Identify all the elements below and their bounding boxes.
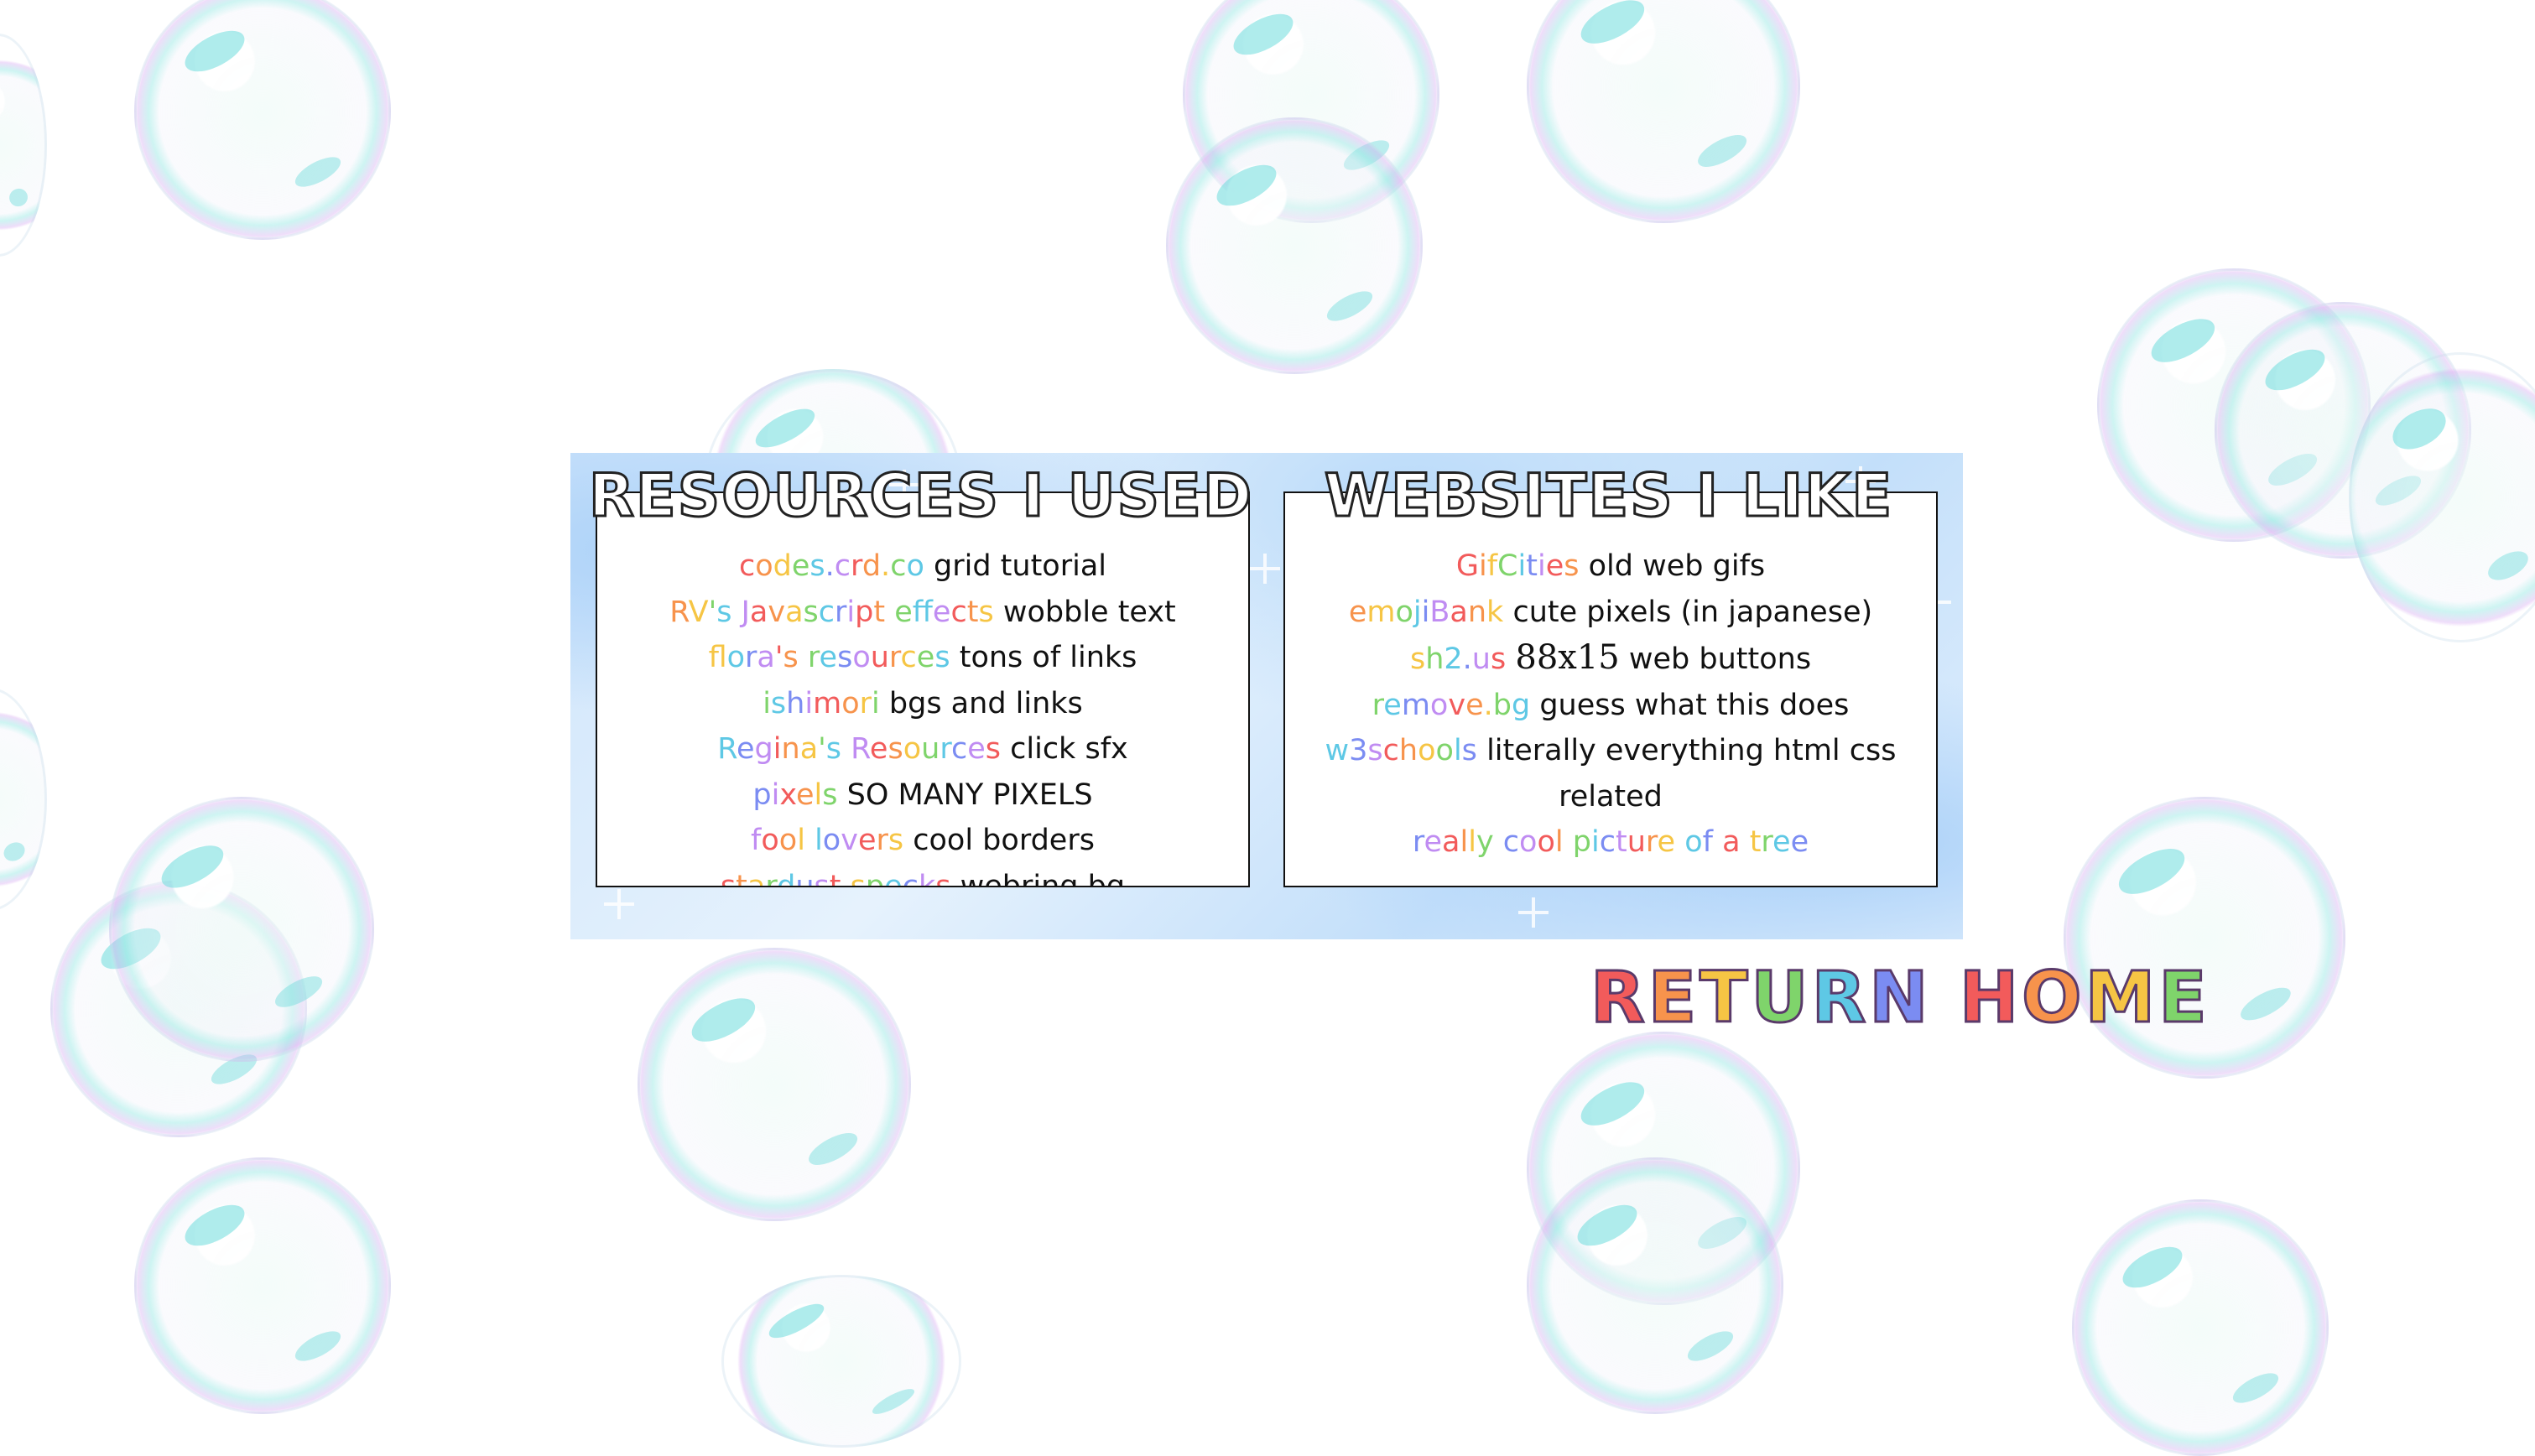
list-item: w3schools literally everything html css … bbox=[1285, 728, 1936, 819]
resource-link[interactable]: really cool picture of a tree bbox=[1413, 825, 1809, 859]
resource-link[interactable]: sh2.us bbox=[1410, 642, 1506, 676]
bubble-decoration bbox=[638, 948, 911, 1221]
list-item: Regina's Resources click sfx bbox=[597, 726, 1248, 772]
resource-link[interactable]: ishimori bbox=[763, 687, 880, 720]
bubble-decoration bbox=[0, 34, 47, 257]
resource-link[interactable]: w3schools bbox=[1325, 734, 1476, 767]
bubble-decoration bbox=[1527, 0, 1800, 223]
item-description: click sfx bbox=[1010, 732, 1128, 766]
item-description: bgs and links bbox=[888, 686, 1083, 720]
list-item: really cool picture of a tree bbox=[1285, 819, 1936, 866]
list-item: sh2.us 88x15 web buttons bbox=[1285, 635, 1936, 683]
list-item: codes.crd.co grid tutorial bbox=[597, 543, 1248, 590]
links-panel: codes.crd.co grid tutorial RV's Javascrip… bbox=[570, 453, 1963, 939]
resource-link[interactable]: codes.crd.co bbox=[739, 549, 924, 583]
bubble-decoration bbox=[1527, 1157, 1783, 1414]
list-item: pixels SO MANY PIXELS bbox=[597, 772, 1248, 819]
list-item: fool lovers cool borders bbox=[597, 818, 1248, 864]
websites-title: WEBSITES I LIKE bbox=[1323, 460, 1894, 532]
bubble-decoration bbox=[134, 0, 391, 240]
return-home-link[interactable]: RETURN HOME bbox=[1590, 955, 2210, 1040]
bubble-decoration bbox=[109, 797, 374, 1062]
list-item: remove.bg guess what this does bbox=[1285, 683, 1936, 729]
resource-link[interactable]: RV's Javascript effects bbox=[669, 595, 994, 629]
sparkle-icon bbox=[1518, 897, 1549, 928]
list-item: stardust specks webring bg bbox=[597, 864, 1248, 887]
resource-link[interactable]: stardust specks bbox=[721, 870, 951, 887]
item-description: wobble text bbox=[1002, 595, 1176, 629]
item-description: webring bg bbox=[960, 869, 1126, 887]
item-description: cool borders bbox=[913, 824, 1095, 857]
bubble-decoration bbox=[2072, 1199, 2329, 1456]
resource-link[interactable]: emojiBank bbox=[1349, 595, 1503, 629]
bubble-decoration bbox=[721, 1275, 961, 1448]
websites-box: GifCities old web gifs emojiBank cute pix… bbox=[1283, 491, 1938, 887]
resources-title-wrap: RESOURCES I USED bbox=[588, 453, 1253, 532]
item-description-special: 88x15 bbox=[1515, 638, 1620, 677]
item-description: grid tutorial bbox=[934, 549, 1107, 583]
websites-list: GifCities old web gifs emojiBank cute pix… bbox=[1285, 543, 1936, 866]
sparkle-icon bbox=[1250, 554, 1280, 584]
resources-title: RESOURCES I USED bbox=[588, 460, 1253, 532]
resource-link[interactable]: pixels bbox=[752, 778, 837, 812]
list-item: emojiBank cute pixels (in japanese) bbox=[1285, 590, 1936, 636]
resource-link[interactable]: GifCities bbox=[1456, 549, 1580, 583]
list-item: RV's Javascript effects wobble text bbox=[597, 590, 1248, 636]
resources-box: codes.crd.co grid tutorial RV's Javascrip… bbox=[596, 491, 1250, 887]
item-description: cute pixels (in japanese) bbox=[1512, 595, 1873, 629]
item-description: web buttons bbox=[1628, 642, 1812, 676]
list-item: ishimori bgs and links bbox=[597, 681, 1248, 727]
bubble-decoration bbox=[134, 1157, 391, 1414]
item-description: guess what this does bbox=[1539, 688, 1850, 722]
sparkle-icon bbox=[604, 889, 634, 919]
resource-link[interactable]: fool lovers bbox=[751, 824, 903, 857]
bubble-decoration bbox=[0, 688, 47, 911]
item-description: old web gifs bbox=[1588, 549, 1766, 583]
item-description: literally everything html css related bbox=[1486, 734, 1897, 814]
resource-link[interactable]: flora's resources bbox=[709, 641, 950, 674]
list-item: flora's resources tons of links bbox=[597, 635, 1248, 681]
bubble-decoration bbox=[1166, 117, 1423, 374]
resource-link[interactable]: remove.bg bbox=[1372, 689, 1531, 722]
list-item: GifCities old web gifs bbox=[1285, 543, 1936, 590]
item-description: SO MANY PIXELS bbox=[846, 777, 1093, 812]
resources-list: codes.crd.co grid tutorial RV's Javascrip… bbox=[597, 543, 1248, 887]
item-description: tons of links bbox=[959, 641, 1137, 674]
resource-link[interactable]: Regina's Resources bbox=[717, 732, 1001, 766]
websites-title-wrap: WEBSITES I LIKE bbox=[1283, 453, 1934, 532]
